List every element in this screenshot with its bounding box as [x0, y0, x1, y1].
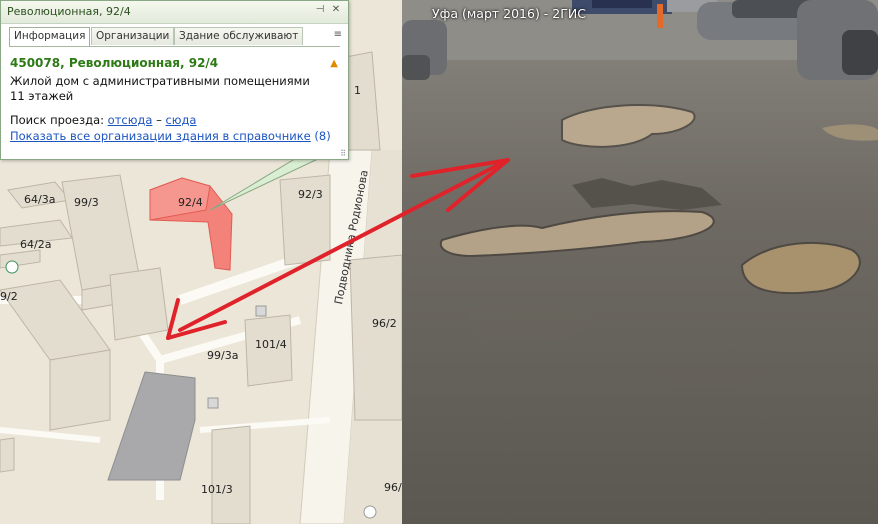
route-from-link[interactable]: отсюда	[108, 113, 153, 127]
popup-titlebar[interactable]: Революционная, 92/4 ⊣ ✕	[1, 1, 348, 24]
popup-title: Революционная, 92/4	[7, 5, 131, 18]
show-orgs-row: Показать все организации здания в справо…	[10, 129, 331, 143]
photo-scene	[402, 0, 878, 524]
route-to-link[interactable]: сюда	[165, 113, 196, 127]
building-label: 64/2а	[20, 238, 52, 251]
route-label: Поиск проезда:	[10, 113, 104, 127]
building-label: 92/4	[178, 196, 203, 209]
popup-tabs: Информация Организации Здание обслуживаю…	[9, 27, 342, 47]
building-label: 92/3	[298, 188, 323, 201]
building-description: Жилой дом с административными помещениям…	[10, 74, 310, 88]
building-label: 96/2	[372, 317, 397, 330]
building-label: 101/3	[201, 483, 233, 496]
pin-icon[interactable]: ⊣	[314, 4, 326, 15]
building-floors: 11 этажей	[10, 89, 74, 103]
photo-caption: Уфа (март 2016) - 2ГИС	[432, 6, 586, 21]
show-organizations-link[interactable]: Показать все организации здания в справо…	[10, 129, 311, 143]
tab-information[interactable]: Информация	[9, 27, 91, 46]
building-label: 99/3а	[207, 349, 239, 362]
warning-icon[interactable]: ▲	[330, 58, 338, 69]
building-address: 450078, Революционная, 92/4	[10, 56, 219, 70]
road-photo: Уфа (март 2016) - 2ГИС	[402, 0, 878, 524]
building-label: 9/2	[0, 290, 18, 303]
building-label: 64/3а	[24, 193, 56, 206]
menu-icon[interactable]: ≡	[334, 29, 342, 40]
building-label: 96/	[384, 481, 402, 494]
building-label: 99/3	[74, 196, 99, 209]
route-separator: –	[156, 113, 162, 127]
building-info-popup: Революционная, 92/4 ⊣ ✕ Информация Орган…	[0, 0, 349, 160]
tab-building-services[interactable]: Здание обслуживают	[174, 27, 304, 45]
tab-organizations[interactable]: Организации	[91, 27, 175, 45]
building-label: 101/4	[255, 338, 287, 351]
building-label: 1	[354, 84, 361, 97]
close-icon[interactable]: ✕	[330, 4, 342, 15]
route-search: Поиск проезда: отсюда – сюда	[10, 113, 196, 127]
map-panel[interactable]: Подводника Родионова 64/3а 99/3 92/4 92/…	[0, 0, 402, 524]
orgs-count: (8)	[314, 129, 331, 143]
resize-grip-icon[interactable]: ⠿	[340, 149, 346, 158]
